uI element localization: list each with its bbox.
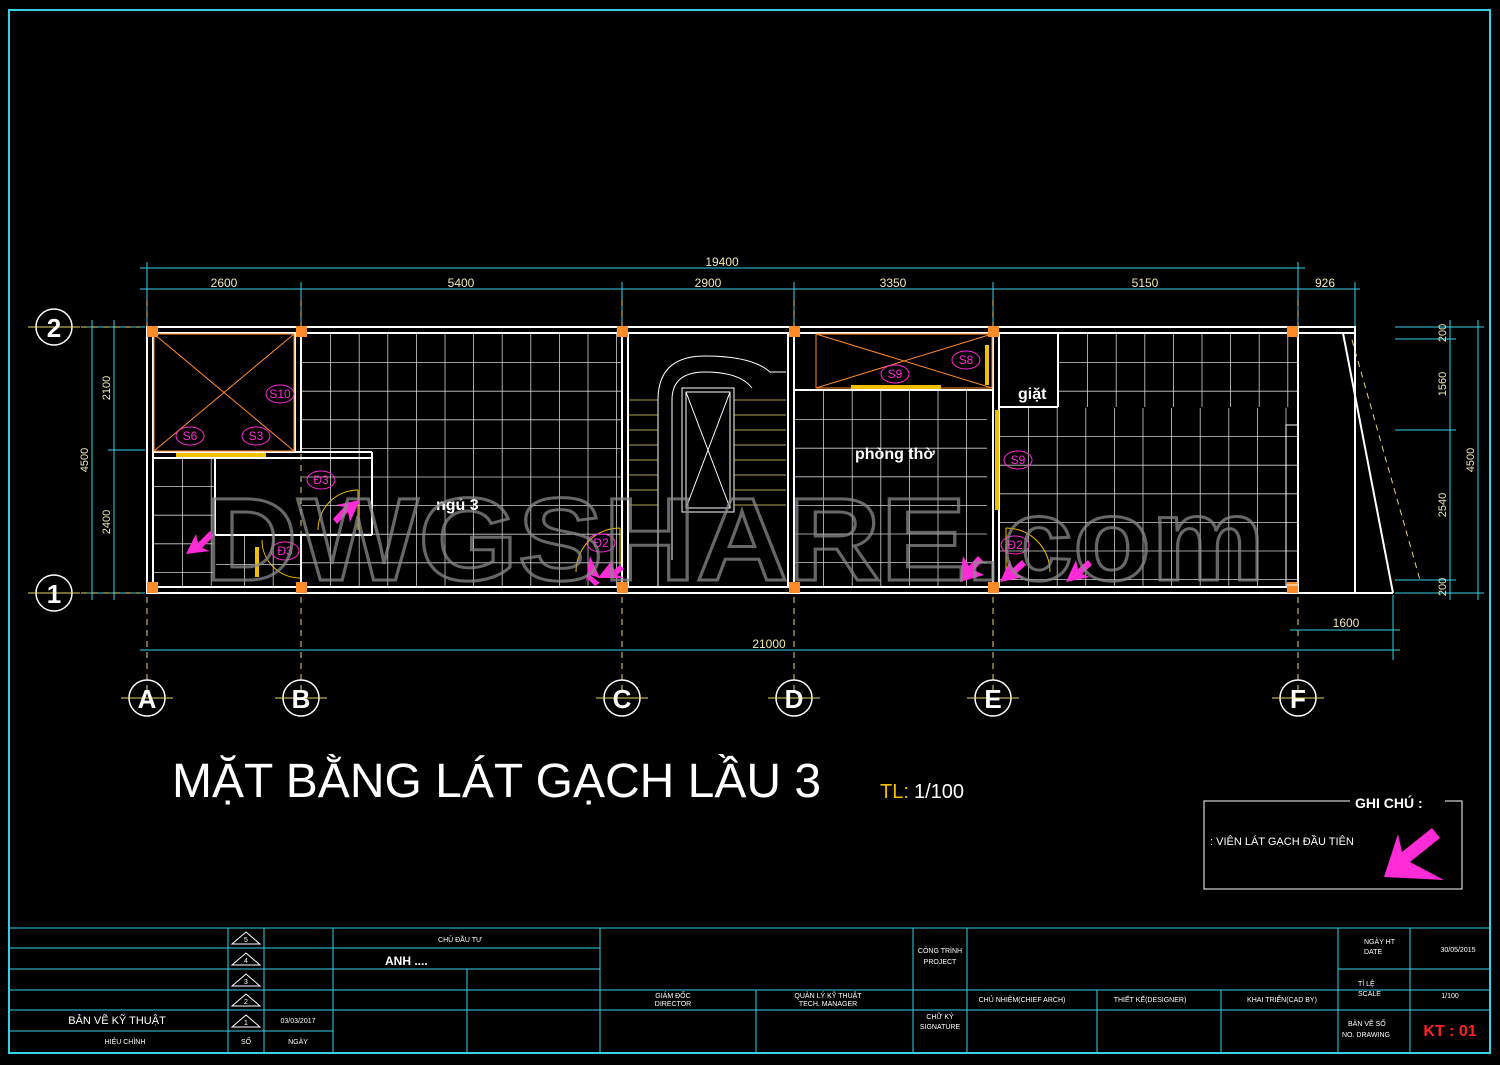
dim-right-2: 1560 [1437,372,1449,396]
rev-5: 5 [244,937,248,944]
dim-top-6: 926 [1315,276,1335,290]
designer-label: THIẾT KẾ(DESIGNER) [1114,994,1187,1004]
owner-label: CHỦ ĐẦU TƯ [438,934,482,944]
cad-label: KHAI TRIỂN(CAD BY) [1247,995,1317,1004]
rev-2: 2 [244,999,248,1006]
drawing-type: BẢN VẼ KỸ THUẬT [68,1014,166,1027]
axis-row-2: 2 [47,313,61,343]
axis-col-c: C [613,684,632,714]
scale-label-tb-en: SCALE [1358,991,1381,998]
axis-col-e: E [984,684,1001,714]
project-label-en: PROJECT [924,959,957,966]
tag-s8: S8 [959,353,974,367]
tag-s10: S10 [269,387,291,401]
dim-top-1: 2600 [211,276,238,290]
dim-top-3: 2900 [695,276,722,290]
axis-col-b: B [292,684,311,714]
drawing-no-label: BẢN VẼ SỐ [1348,1018,1386,1028]
number-label: SỐ [241,1036,252,1046]
axis-col-f: F [1290,684,1306,714]
dim-top-4: 3350 [880,276,907,290]
rev-1-date: 03/03/2017 [280,1018,315,1025]
tag-s6: S6 [183,429,198,443]
watermark: DWGSHARE.com [205,474,1265,606]
scale-value-tb: 1/100 [1441,993,1459,1000]
scale-value: 1/100 [914,781,964,803]
tag-s3: S3 [249,429,264,443]
dim-total-top: 19400 [705,255,739,269]
scale-label-tb: TỈ LỆ [1358,979,1375,988]
dim-right-total: 4500 [1465,448,1477,472]
signature-label-en: SIGNATURE [920,1024,961,1031]
legend-item: : VIÊN LÁT GẠCH ĐẦU TIÊN [1210,835,1354,848]
rev-1: 1 [244,1020,248,1027]
top-dimensions [140,262,1360,330]
dim-left-total: 4500 [79,448,91,472]
date-label: NGÀY [288,1037,308,1046]
axis-row-1: 1 [47,579,61,609]
dim-top-5: 5150 [1132,276,1159,290]
drawing-no-label-en: NO. DRAWING [1342,1032,1390,1039]
date-done-label: NGÀY HT [1364,937,1396,946]
date-value: 30/05/2015 [1440,947,1475,954]
rev-4: 4 [244,958,248,965]
dim-top-2: 5400 [448,276,475,290]
legend-arrow-icon [1384,828,1444,880]
director-label: GIÁM ĐỐC [655,990,690,1000]
dim-total-bottom: 21000 [752,637,786,651]
director-label-en: DIRECTOR [655,1001,691,1008]
scale-label: TL: [880,781,909,803]
dim-left-2: 2400 [101,510,113,534]
cad-drawing-canvas: 19400 2600 5400 2900 3350 5150 926 2100 … [8,9,1491,1054]
chief-arch-label: CHỦ NHIỆM(CHIEF ARCH) [979,995,1066,1004]
project-label: CÔNG TRÌNH [918,946,962,955]
dim-left-1: 2100 [101,376,113,400]
tag-s9b: S9 [1011,453,1026,467]
room-label-laundry: giặt [1018,386,1047,403]
axis-col-d: D [785,684,804,714]
dim-right-4: 200 [1437,578,1449,596]
title-block-grid [9,927,1490,1053]
dim-right-1: 200 [1437,324,1449,342]
dim-right-3: 2540 [1437,493,1449,517]
tech-manager-label-en: TECH. MANAGER [799,1001,857,1008]
date-done-label-en: DATE [1364,949,1382,956]
drawing-title: MẶT BẰNG LÁT GẠCH LẦU 3 [172,754,821,808]
revision-label: HIỆU CHỈNH [105,1037,146,1046]
tag-s9a: S9 [888,367,903,381]
tech-manager-label: QUẢN LÝ KỸ THUẬT [794,991,862,1000]
rev-3: 3 [244,979,248,986]
axis-col-a: A [138,684,157,714]
legend-title: GHI CHÚ : [1355,794,1423,811]
room-label-altar: phòng thờ [855,446,935,463]
dim-balcony: 1600 [1333,616,1360,630]
owner-name: ANH .... [385,954,428,968]
signature-label: CHỮ KÝ [926,1012,954,1021]
sheet-code: KT : 01 [1423,1023,1476,1040]
